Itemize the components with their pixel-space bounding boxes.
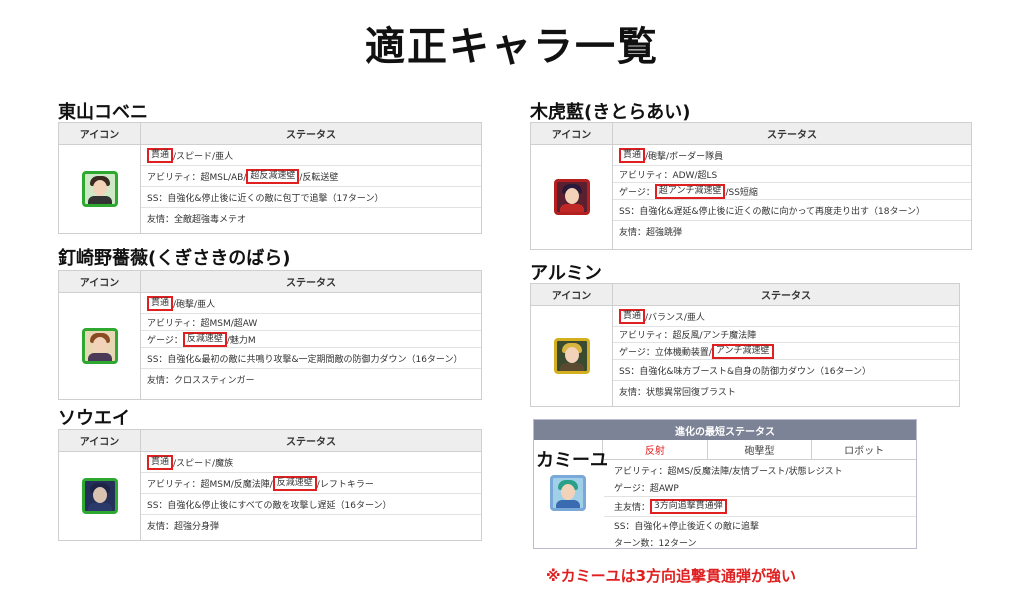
character-avatar [550,475,586,511]
evo-row-friendship: 主友情： 3方向追撃貫通弾 [604,496,916,517]
character-avatar [81,478,118,514]
character-avatar [553,338,590,374]
character-avatar [81,328,118,364]
status-row-friendship: 友情：クロススティンガー [147,376,255,386]
status-column-header: ステータス [286,437,336,448]
character-name: 釘崎野薔薇(くぎさきのばら) [58,248,291,269]
evolution-status-card: 進化の最短ステータス 反射 砲撃型 ロボット カミーユ アビリティ：超MS/反魔… [533,419,917,549]
character-name: 東山コベニ [58,102,148,123]
page-title: 適正キャラ一覧 [365,24,659,70]
icon-column-header: アイコン [531,123,613,144]
icon-column-header: アイコン [59,123,141,144]
evo-row-turns: ターン数：12ターン [614,539,697,549]
status-row-ss: SS：自強化&停止後に近くの敵に包丁で追撃（17ターン） [141,187,481,208]
status-row-ability: アビリティ：超MSM/超AW [141,314,481,331]
status-row-type: 貫通/砲撃/ボーダー隊員 [613,145,971,166]
status-row-friendship: 友情：超強分身弾 [147,522,220,532]
status-row-friendship: 友情：超強跳弾 [619,228,683,238]
icon-column-header: アイコン [531,284,613,305]
status-card: アイコン ステータス 貫通/砲撃/ボーダー隊員 アビリティ：ADW/超LS ゲージ… [530,122,972,250]
status-column-header: ステータス [761,291,811,302]
status-row-type: 貫通/スピード/魔族 [141,452,481,473]
status-row-ability: アビリティ：超MSL/AB/超反減速壁/反転送壁 [141,166,481,187]
character-name: アルミン [530,263,602,284]
status-row-friendship: 友情：状態異常回復ブラスト [619,388,736,398]
status-card: アイコン ステータス 貫通/スピード/魔族 アビリティ：超MSM/反魔法陣/反減速… [58,429,482,541]
status-row-ss: SS：自強化&最初の敵に共鳴り攻撃&一定期間敵の防御力ダウン（16ターン） [141,348,481,369]
character-name: カミーユ [536,450,608,471]
character-avatar [81,171,118,207]
evo-row-gauge: ゲージ：超AWP [614,484,679,494]
status-card: アイコン ステータス 貫通/スピード/亜人 アビリティ：超MSL/AB/超反減速壁… [58,122,482,234]
icon-column-header: アイコン [59,430,141,451]
icon-column-header: アイコン [59,271,141,292]
status-row-ss: SS：自強化&停止後にすべての敵を攻撃し遅延（16ターン） [141,494,481,515]
status-row-gauge: ゲージ： 反減速壁/魅力M [141,331,481,348]
character-avatar-wrap [550,475,586,511]
status-card: アイコン ステータス 貫通/砲撃/亜人 アビリティ：超MSM/超AW ゲージ： 反減… [58,270,482,400]
note-text: ※カミーユは3方向追撃貫通弾が強い [546,567,797,585]
status-column-header: ステータス [767,130,817,141]
status-row-type: 貫通/スピード/亜人 [141,145,481,166]
status-row-ability: アビリティ：ADW/超LS [613,166,971,183]
status-row-ability: アビリティ：超MSM/反魔法陣/反減速壁/レフトキラー [141,473,481,494]
status-column-header: ステータス [286,130,336,141]
evo-row-ability: アビリティ：超MS/反魔法陣/友情ブースト/状態レジスト [614,467,843,477]
status-row-ss: SS：自強化&味方ブースト&自身の防御力ダウン（16ターン） [613,360,959,381]
status-row-type: 貫通/バランス/亜人 [613,306,959,327]
status-card: アイコン ステータス 貫通/バランス/亜人 アビリティ：超反風/アンチ魔法陣 ゲー… [530,283,960,407]
evolution-card-title: 進化の最短ステータス [534,420,916,440]
status-row-type: 貫通/砲撃/亜人 [141,293,481,314]
status-row-friendship: 友情：全敵超強毒メテオ [147,215,247,225]
status-row-ss: SS：自強化&遅延&停止後に近くの敵に向かって再度走り出す（18ターン） [613,200,971,221]
status-row-gauge: ゲージ：立体機動装置/アンチ減速壁 [613,343,959,360]
character-name: ソウエイ [58,408,130,429]
character-avatar [553,179,590,215]
status-row-ability: アビリティ：超反風/アンチ魔法陣 [613,327,959,343]
tab-artillery[interactable]: 砲撃型 [706,440,812,459]
status-column-header: ステータス [286,278,336,289]
character-name: 木虎藍(きとらあい) [530,102,691,123]
tab-robot[interactable]: ロボット [811,440,916,459]
evo-row-ss: SS：自強化+停止後近くの敵に追撃 [614,522,759,532]
status-row-gauge: ゲージ： 超アンチ減速壁/SS短縮 [613,183,971,200]
tab-reflect[interactable]: 反射 [602,440,707,459]
